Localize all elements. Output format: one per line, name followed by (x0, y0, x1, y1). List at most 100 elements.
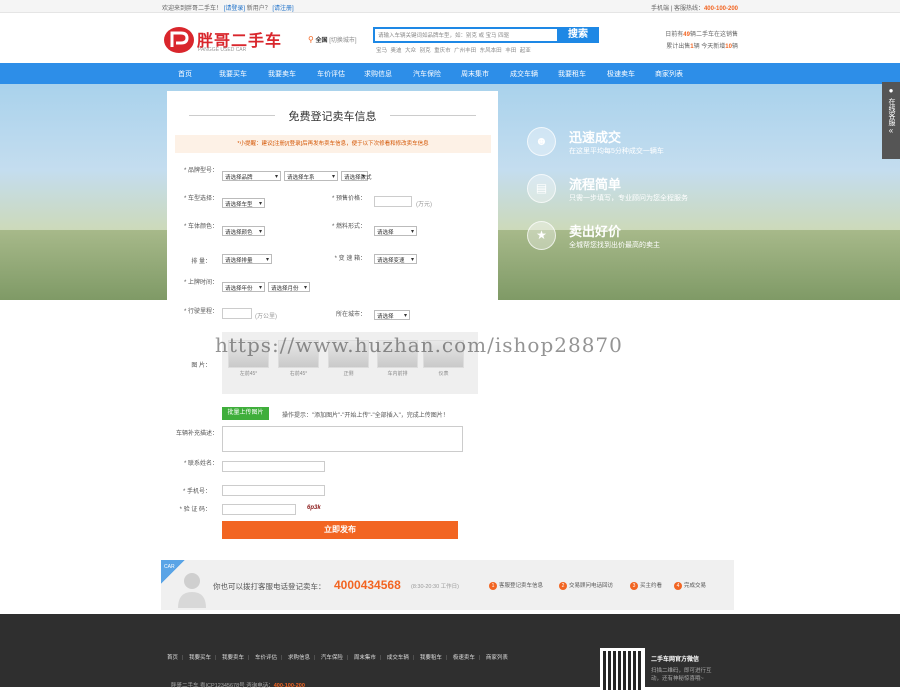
qr-desc: 扫描二维码，即可进行互动，还有神秘惊喜哦~ (651, 668, 712, 682)
footer-link[interactable]: 极速卖车 (453, 655, 475, 661)
city-selector[interactable]: ⚲ 全国 [切换城市] (308, 35, 357, 44)
notes-textarea[interactable] (222, 426, 463, 452)
nav-valuation[interactable]: 车价评估 (317, 69, 345, 79)
feature-title: 迅速成交 (569, 130, 622, 145)
footer-link[interactable]: 成交车辆 (387, 655, 409, 661)
batch-upload-button[interactable]: 批量上传图片 (222, 407, 269, 420)
nav-wanted[interactable]: 求购信息 (364, 69, 392, 79)
clipboard-icon: ▤ (527, 174, 556, 203)
nav-sold-cars[interactable]: 成交车辆 (510, 69, 538, 79)
nav-sell-car[interactable]: 我要卖车 (268, 69, 296, 79)
label-photos: 图 片： (191, 363, 211, 369)
welcome-text: 欢迎来到胖哥二手车！ (162, 6, 223, 12)
footer-copyright: 胖哥二手车 粤ICP12345678号 咨询电话：400-100-200 (171, 683, 305, 689)
mobile-link[interactable]: 手机端 (651, 6, 669, 12)
new-today-count: 10 (725, 44, 732, 50)
select-series[interactable]: 请选择车系 (284, 171, 338, 181)
feature-title: 卖出好价 (569, 224, 622, 239)
footer-link[interactable]: 我要买车 (189, 655, 211, 661)
nav-weekend-market[interactable]: 周末集市 (461, 69, 489, 79)
top-bar: 欢迎来到胖哥二手车！ [请登录] 新用户？ [请注册] 手机端 | 客服热线：4… (0, 0, 900, 13)
label-captcha: * 验 证 码： (179, 507, 211, 513)
sell-form-card: 免费登记卖车信息 *小提醒：建议[注册]/[登录]后再发布卖车信息，便于以下次修… (167, 91, 498, 551)
label-city: 所在城市： (335, 312, 366, 318)
welcome-area: 欢迎来到胖哥二手车！ [请登录] 新用户？ [请注册] (162, 3, 294, 12)
nav-insurance[interactable]: 汽车保险 (413, 69, 441, 79)
chat-icon: ● (888, 86, 894, 95)
feature-good-price: ★ 卖出好价 全城帮您找到出价最高的卖主 (527, 221, 727, 257)
price-input[interactable] (374, 196, 412, 207)
select-brand[interactable]: 请选择品牌 (222, 171, 281, 181)
footer-link[interactable]: 我要租车 (420, 655, 442, 661)
nav-rent-car[interactable]: 我要租车 (558, 69, 586, 79)
label-brand: * 品牌型号： (183, 168, 218, 174)
register-link[interactable]: [请注册] (272, 6, 293, 12)
search-box: 请输入车辆关键词如品牌车型，如：别克 或 宝马 四驱 搜索 (373, 27, 599, 43)
hotline-number: 4000434568 (334, 578, 401, 592)
form-tip: *小提醒：建议[注册]/[登录]后再发布卖车信息，便于以下次修看和修改卖车信息 (175, 135, 491, 153)
mileage-input[interactable] (222, 308, 252, 319)
form-title: 免费登记卖车信息 (167, 108, 498, 124)
footer-link[interactable]: 首页 (167, 655, 178, 661)
contact-name-input[interactable] (222, 461, 325, 472)
login-link[interactable]: [请登录] (224, 6, 245, 12)
select-body-type[interactable]: 请选择车型 (222, 198, 265, 208)
logo-sub: PANGGE USED CAR (198, 47, 247, 53)
feature-title: 流程简单 (569, 177, 622, 192)
nav-dealers[interactable]: 商家列表 (655, 69, 683, 79)
site-logo[interactable]: 胖哥二手车 PANGGE USED CAR (163, 26, 290, 58)
price-unit: (万元) (416, 202, 432, 208)
label-phone: * 手机号： (182, 489, 211, 495)
select-month[interactable]: 请选择月份 (268, 282, 310, 292)
select-model[interactable]: 请选择款式 (341, 171, 372, 181)
nav-home[interactable]: 首页 (178, 69, 192, 79)
current-city: 全国 (315, 38, 328, 44)
hotline-hours: (8:30-20:30 工作日) (411, 584, 459, 590)
select-year[interactable]: 请选择年份 (222, 282, 265, 292)
feature-desc: 全城帮您找到出价最高的卖主 (569, 242, 660, 249)
trophy-icon: ★ (527, 221, 556, 250)
step-4: 4 完成交易 (674, 581, 706, 590)
select-gearbox[interactable]: 请选择变速 (374, 254, 417, 264)
select-color[interactable]: 请选择颜色 (222, 226, 265, 236)
switch-city-link[interactable]: [切换城市] (329, 38, 356, 44)
select-city[interactable]: 请选择 (374, 310, 410, 320)
step-2: 2 交易顾问电话回访 (559, 581, 613, 590)
footer-link[interactable]: 求购信息 (288, 655, 310, 661)
hotline-strip: CAR 你也可以拨打客服电话登记卖车： 4000434568 (8:30-20:… (161, 560, 734, 610)
site-stats: 日前有49辆二手车在这销售 累计出售1辆 今天新增10辆 (665, 32, 738, 50)
mileage-unit: (万公里) (255, 314, 277, 320)
on-sale-count: 49 (683, 32, 690, 38)
footer-link[interactable]: 车价评估 (255, 655, 277, 661)
footer-phone: 400-100-200 (273, 683, 305, 689)
step-1: 1 客服登记卖车信息 (489, 581, 543, 590)
label-body: * 车型选择： (183, 196, 218, 202)
hot-keywords[interactable]: 宝马 奥迪 大众 别克 重庆市 广州丰田 东风本田 丰田 起亚 (376, 46, 531, 54)
footer-link[interactable]: 周末集市 (354, 655, 376, 661)
footer-link[interactable]: 我要卖车 (222, 655, 244, 661)
online-service-tab[interactable]: ● 在线客服 « (882, 82, 900, 159)
search-button[interactable]: 搜索 (557, 27, 599, 43)
footer-link[interactable]: 汽车保险 (321, 655, 343, 661)
label-color: * 车体颜色： (183, 224, 218, 230)
select-fuel[interactable]: 请选择 (374, 226, 417, 236)
nav-buy-car[interactable]: 我要买车 (219, 69, 247, 79)
search-input[interactable]: 请输入车辆关键词如品牌车型，如：别克 或 宝马 四驱 (378, 31, 509, 39)
label-price: * 预售价格： (331, 196, 366, 202)
people-icon: ☻ (527, 127, 556, 156)
phone-input[interactable] (222, 485, 325, 496)
label-notes: 车辆补充描述： (175, 431, 218, 437)
feature-desc: 在这里平均每5分种成交一辆车 (569, 148, 664, 155)
submit-button[interactable]: 立即发布 (222, 521, 458, 539)
select-displacement[interactable]: 请选择排量 (222, 254, 272, 264)
captcha-image[interactable]: 6p3k (307, 505, 321, 511)
footer-link[interactable]: 商家列表 (486, 655, 508, 661)
service-phone: 400-100-200 (703, 6, 738, 12)
label-mileage: * 行驶里程： (183, 309, 218, 315)
qr-title: 二手车网官方微信 (651, 657, 700, 663)
nav-quick-sell[interactable]: 极速卖车 (607, 69, 635, 79)
service-label: 客服热线： (673, 6, 704, 12)
label-contact: * 联系姓名： (183, 461, 218, 467)
hotline-text: 你也可以拨打客服电话登记卖车： (213, 582, 326, 591)
captcha-input[interactable] (222, 504, 296, 515)
